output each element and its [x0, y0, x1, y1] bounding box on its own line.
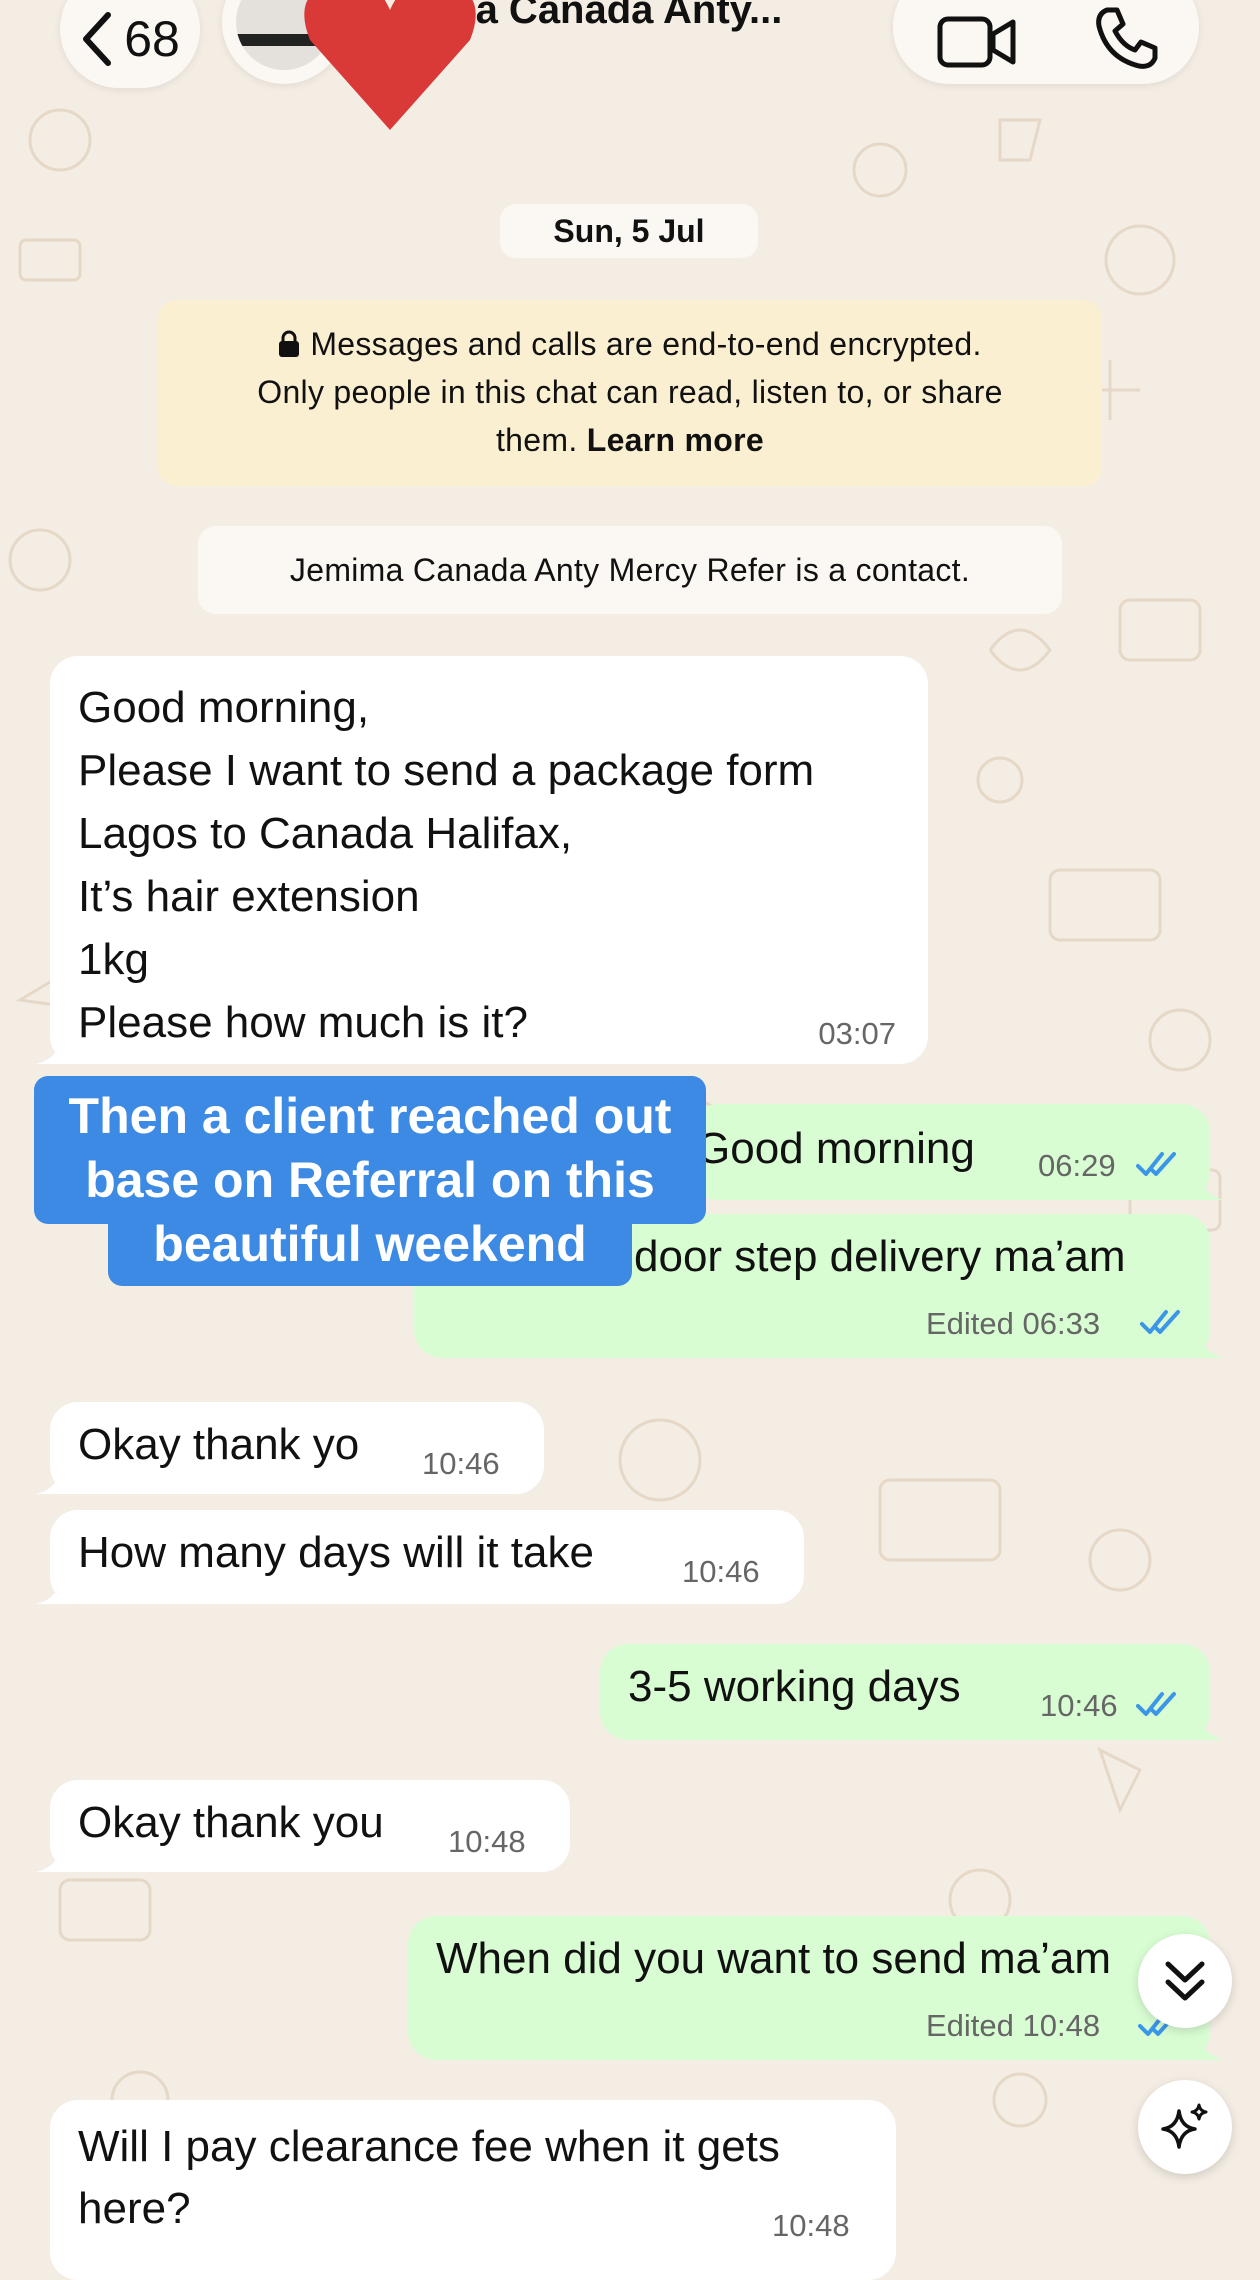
chevron-left-icon	[83, 12, 112, 66]
scroll-to-bottom-button[interactable]	[1138, 1934, 1232, 2028]
message-time: 10:48	[448, 1824, 526, 1859]
message-line: Good morning,	[78, 683, 370, 732]
message-time: 10:46	[682, 1554, 760, 1589]
caption-line-1: Then a client reached out	[68, 1088, 672, 1144]
message-line: here?	[78, 2184, 191, 2233]
unread-count: 68	[124, 11, 180, 67]
message-time: Edited 06:33	[926, 1306, 1101, 1341]
message-text: When did you want to send ma’am	[436, 1934, 1112, 1983]
double-chevron-down-icon	[1165, 1961, 1205, 2001]
caption-line-2: base on Referral on this	[85, 1152, 655, 1208]
message-incoming[interactable]: Good morning, Please I want to send a pa…	[36, 656, 928, 1064]
message-line: 1kg	[78, 935, 149, 984]
read-ticks-icon	[1136, 1692, 1176, 1716]
message-line: Lagos to Canada Halifax,	[78, 809, 573, 858]
bubble-tail	[36, 1468, 76, 1494]
message-line: It’s hair extension	[78, 872, 420, 921]
message-incoming[interactable]: Okay thank you 10:48	[36, 1780, 570, 1872]
learn-more-link[interactable]: Learn more	[587, 422, 764, 458]
contact-notice[interactable]: Jemima Canada Anty Mercy Refer is a cont…	[198, 526, 1062, 614]
encryption-line-2: Only people in this chat can read, liste…	[257, 374, 1003, 410]
bubble-tail	[36, 1038, 76, 1064]
bubble-tail	[1184, 1174, 1224, 1200]
message-line: Please I want to send a package form	[78, 746, 815, 795]
encryption-line-3: them.	[495, 422, 578, 458]
video-call-icon[interactable]	[937, 16, 1017, 68]
message-time: 06:29	[1038, 1148, 1116, 1183]
message-text: Good morning	[696, 1124, 975, 1173]
message-incoming[interactable]: Will I pay clearance fee when it gets he…	[50, 2100, 896, 2280]
call-actions	[893, 0, 1199, 84]
message-text: Okay thank you	[78, 1798, 384, 1847]
bubble-tail	[36, 1578, 76, 1604]
heart-sticker-icon	[304, 0, 476, 130]
message-text: 3-5 working days	[628, 1662, 961, 1711]
bubble-tail	[1184, 1714, 1224, 1740]
message-time: 03:07	[818, 1016, 896, 1051]
bubble-tail	[1184, 1332, 1224, 1358]
contact-name[interactable]: ma Canada Anty...	[440, 0, 782, 33]
message-line: Will I pay clearance fee when it gets	[78, 2122, 780, 2171]
message-incoming[interactable]: How many days will it take 10:46	[36, 1510, 804, 1604]
caption-line-3-box: beautiful weekend	[108, 1210, 632, 1286]
message-outgoing[interactable]: Good morning 06:29	[690, 1104, 1224, 1200]
bubble-tail	[36, 1846, 76, 1872]
message-line: Please how much is it?	[78, 998, 528, 1047]
encryption-line-1: Messages and calls are end-to-end encryp…	[310, 326, 982, 362]
read-ticks-icon	[1136, 1152, 1176, 1176]
message-outgoing[interactable]: When did you want to send ma’am Edited 1…	[408, 1916, 1224, 2060]
phone-icon[interactable]	[1093, 6, 1159, 72]
caption-line-3: beautiful weekend	[153, 1216, 587, 1272]
message-outgoing[interactable]: 3-5 working days 10:46	[600, 1644, 1224, 1740]
sparkle-icon	[1161, 2103, 1208, 2149]
message-text: Okay thank yo	[78, 1420, 360, 1469]
ai-sparkle-button[interactable]	[1138, 2080, 1232, 2174]
caption-line-1-box: Then a client reached out base on Referr…	[34, 1076, 706, 1224]
lock-icon	[279, 330, 300, 357]
message-text: How many days will it take	[78, 1528, 594, 1577]
message-incoming[interactable]: Okay thank yo 10:46	[36, 1402, 544, 1494]
message-text: door step delivery ma’am	[634, 1232, 1126, 1281]
date-chip: Sun, 5 Jul	[500, 204, 758, 258]
message-time: 10:48	[772, 2208, 850, 2243]
message-time: Edited 10:48	[926, 2008, 1101, 2043]
read-ticks-icon	[1140, 1310, 1180, 1334]
message-time: 10:46	[422, 1446, 500, 1481]
message-time: 10:46	[1040, 1688, 1118, 1723]
encryption-notice[interactable]: Messages and calls are end-to-end encryp…	[158, 300, 1102, 486]
